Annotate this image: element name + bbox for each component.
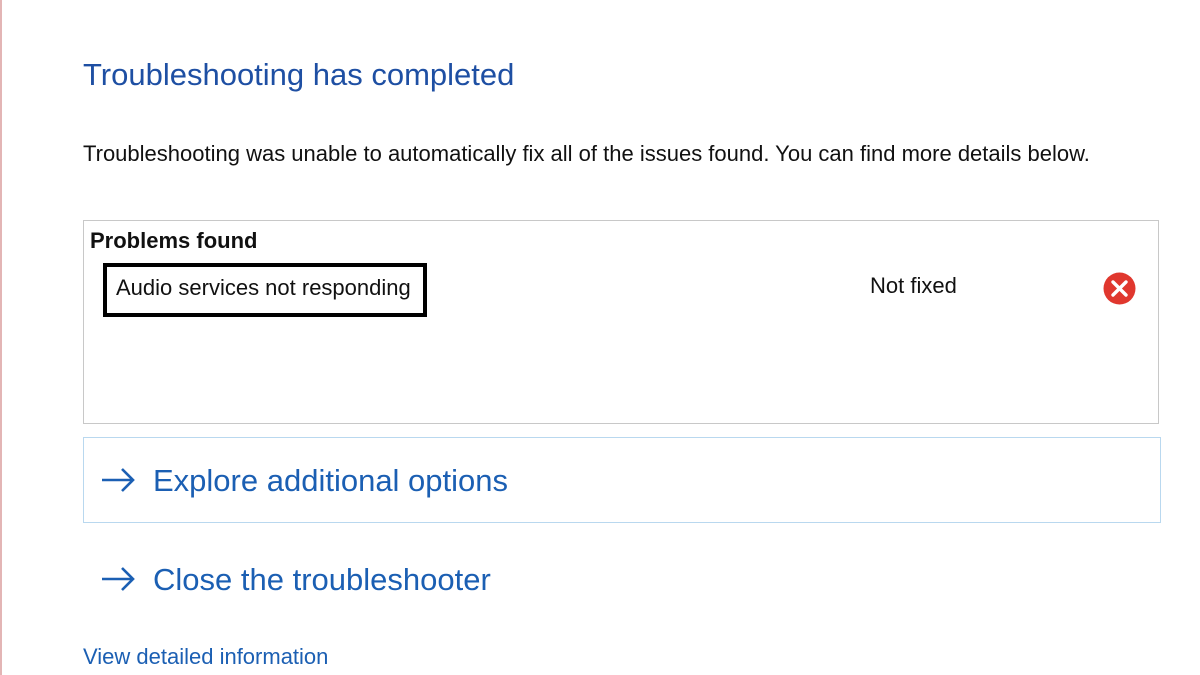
explore-options-button[interactable]: Explore additional options [83, 437, 1161, 523]
problem-name: Audio services not responding [103, 263, 427, 317]
problem-status: Not fixed [870, 273, 957, 298]
problems-header: Problems found [90, 228, 258, 253]
problems-panel: Problems found Audio services not respon… [83, 220, 1159, 424]
arrow-right-icon [102, 468, 135, 492]
view-detailed-information-link[interactable]: View detailed information [83, 642, 328, 672]
close-troubleshooter-label: Close the troubleshooter [153, 562, 491, 597]
description-text: Troubleshooting was unable to automatica… [83, 141, 1090, 166]
error-icon [1103, 272, 1136, 305]
page-title: Troubleshooting has completed [83, 57, 515, 92]
arrow-right-icon [102, 567, 135, 591]
close-troubleshooter-button[interactable]: Close the troubleshooter [83, 536, 1161, 622]
problem-row[interactable]: Audio services not responding Not fixed [84, 263, 1158, 317]
explore-options-label: Explore additional options [153, 463, 509, 498]
window-left-border [0, 0, 2, 675]
